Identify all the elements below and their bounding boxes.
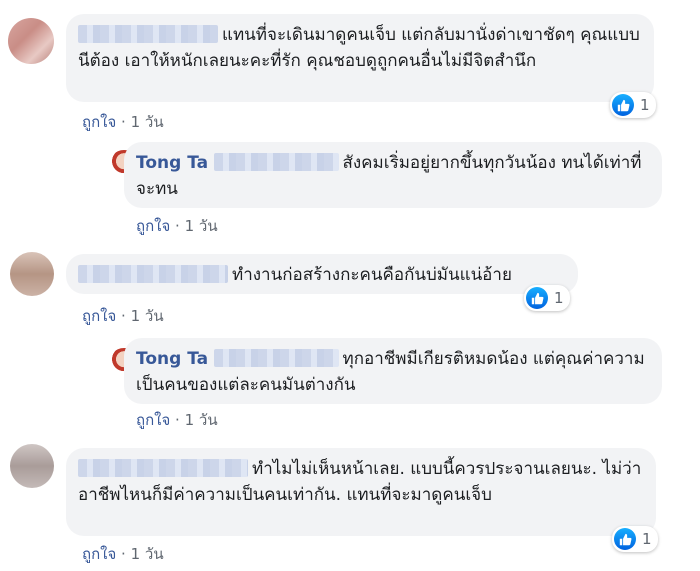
comment-text: สังคมเริ่มอยู่ยากขึ้นทุกวันน้อง ทนได้เท่…: [136, 153, 642, 199]
timestamp[interactable]: 1 วัน: [131, 545, 164, 563]
reaction-count[interactable]: 1: [610, 92, 656, 118]
comment-text: ทุกอาชีพมีเกียรติหมดน้อง แต่คุณค่าความเป…: [136, 349, 645, 395]
blurred-author-name: [213, 153, 339, 171]
comment-meta: ถูกใจ · 1 วัน: [82, 307, 164, 325]
comment-meta: ถูกใจ · 1 วัน: [136, 411, 218, 429]
timestamp[interactable]: 1 วัน: [185, 411, 218, 429]
comment-text: ทำงานก่อสร้างกะคนคือกันบ่มันแน่อ้าย: [232, 265, 512, 285]
like-link[interactable]: ถูกใจ: [136, 217, 170, 235]
comment-meta: ถูกใจ · 1 วัน: [136, 217, 218, 235]
thumbs-up-icon: [612, 94, 634, 116]
comment-bubble: แทนที่จะเดินมาดูคนเจ็บ แต่กลับมานั่งด่าเ…: [66, 14, 654, 102]
like-link[interactable]: ถูกใจ: [82, 307, 116, 325]
like-link[interactable]: ถูกใจ: [82, 545, 116, 563]
blurred-author-name[interactable]: [78, 459, 248, 477]
thumbs-up-icon: [526, 287, 548, 309]
timestamp[interactable]: 1 วัน: [185, 217, 218, 235]
author-name[interactable]: Tong Ta: [136, 153, 208, 173]
like-link[interactable]: ถูกใจ: [82, 113, 116, 131]
comment-meta: ถูกใจ · 1 วัน: [82, 545, 164, 563]
timestamp[interactable]: 1 วัน: [131, 307, 164, 325]
blurred-author-name[interactable]: [78, 265, 228, 283]
comment-meta: ถูกใจ · 1 วัน: [82, 113, 164, 131]
comment-bubble: ทำไมไม่เห็นหน้าเลย. แบบนี้ควรประจานเลยนะ…: [66, 448, 656, 536]
like-link[interactable]: ถูกใจ: [136, 411, 170, 429]
blurred-author-name[interactable]: [78, 25, 218, 43]
author-name[interactable]: Tong Ta: [136, 349, 208, 369]
avatar[interactable]: [8, 18, 54, 64]
reaction-count[interactable]: 1: [524, 285, 570, 311]
reply-bubble: Tong Ta ทุกอาชีพมีเกียรติหมดน้อง แต่คุณค…: [124, 338, 662, 404]
avatar[interactable]: [10, 252, 54, 296]
comment-bubble: ทำงานก่อสร้างกะคนคือกันบ่มันแน่อ้าย: [66, 254, 578, 294]
timestamp[interactable]: 1 วัน: [131, 113, 164, 131]
reply-bubble: Tong Ta สังคมเริ่มอยู่ยากขึ้นทุกวันน้อง …: [124, 142, 662, 208]
blurred-author-name: [213, 349, 339, 367]
reaction-count[interactable]: 1: [612, 526, 658, 552]
thumbs-up-icon: [614, 528, 636, 550]
avatar[interactable]: [10, 444, 54, 488]
